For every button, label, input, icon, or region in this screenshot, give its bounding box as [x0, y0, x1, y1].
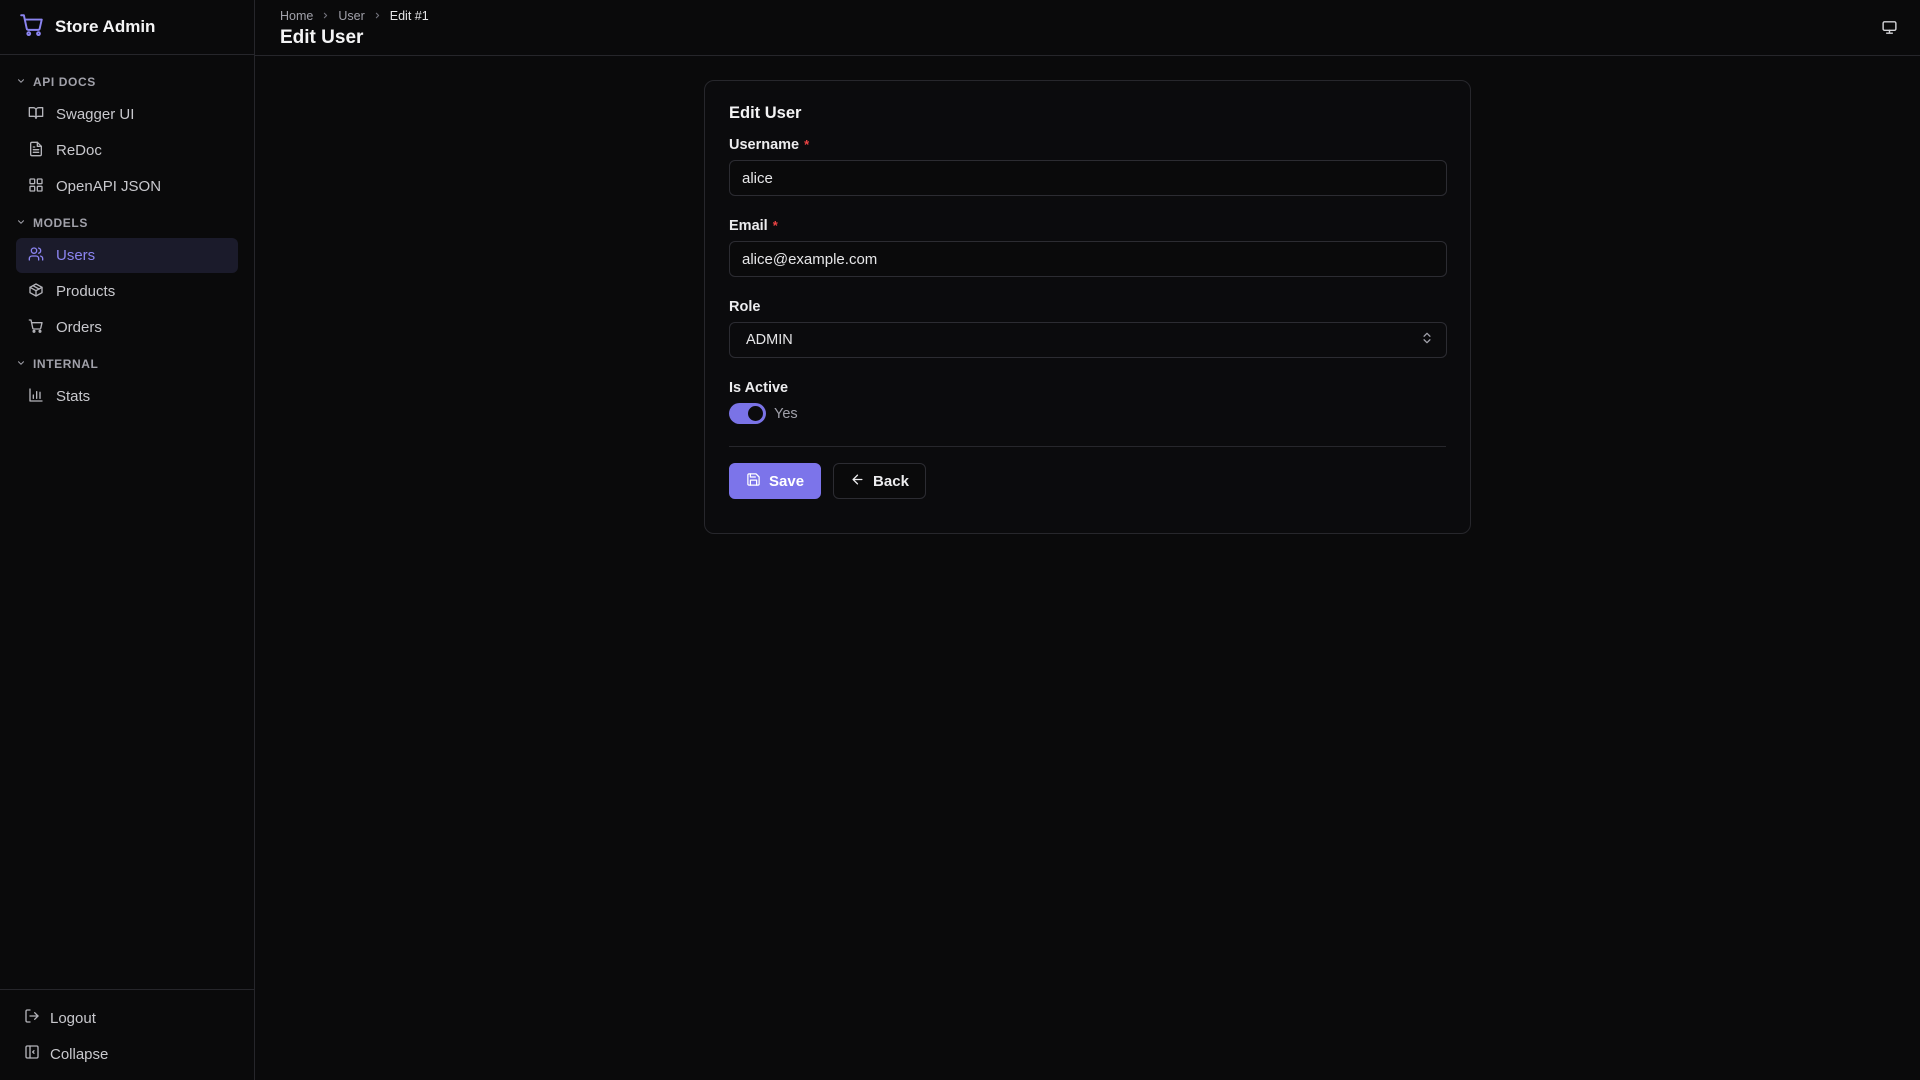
username-label: Username *: [729, 137, 1446, 153]
required-marker: *: [804, 137, 810, 152]
collapse-label: Collapse: [50, 1045, 109, 1063]
section-label: INTERNAL: [33, 357, 99, 371]
username-label-text: Username: [729, 137, 800, 153]
breadcrumb-user[interactable]: User: [338, 9, 364, 23]
main: Home User Edit #1 Edit User Edit User Us…: [255, 0, 1920, 1080]
sidebar: Store Admin API DOCS Swagger UI ReDoc Op…: [0, 0, 255, 1080]
breadcrumb: Home User Edit #1: [280, 8, 429, 23]
content-area: Edit User Username * Email *: [255, 56, 1920, 1080]
sidebar-item-label: Users: [56, 247, 96, 264]
form-title: Edit User: [729, 104, 802, 122]
topbar: Home User Edit #1 Edit User: [255, 0, 1920, 56]
required-marker: *: [772, 218, 778, 233]
arrow-left-icon: [850, 472, 865, 491]
is-active-label: Is Active: [729, 380, 1446, 396]
username-field-group: Username *: [729, 137, 1447, 196]
sidebar-item-users[interactable]: Users: [16, 238, 238, 273]
cart-icon: [19, 12, 45, 43]
email-field-group: Email *: [729, 218, 1447, 277]
sidebar-section-api-docs: API DOCS Swagger UI ReDoc OpenAPI JSON: [8, 71, 246, 204]
role-field-group: Role ADMIN: [729, 299, 1447, 358]
sidebar-item-label: Products: [56, 283, 116, 300]
email-label-text: Email: [729, 218, 768, 234]
header-left: Home User Edit #1 Edit User: [280, 8, 429, 49]
chevron-down-icon: [16, 75, 26, 89]
sidebar-nav: API DOCS Swagger UI ReDoc OpenAPI JSON M…: [0, 55, 254, 989]
form-divider: [729, 446, 1446, 447]
bar-chart-icon: [28, 387, 44, 407]
users-icon: [28, 246, 44, 266]
toggle-knob: [748, 406, 763, 421]
sidebar-item-label: Orders: [56, 319, 102, 336]
section-label: API DOCS: [33, 75, 96, 89]
breadcrumb-current: Edit #1: [389, 8, 429, 23]
logout-label: Logout: [50, 1009, 96, 1027]
grid-icon: [28, 177, 44, 197]
section-toggle-api-docs[interactable]: API DOCS: [8, 71, 246, 93]
sidebar-footer: Logout Collapse: [0, 989, 254, 1080]
edit-user-form-card: Edit User Username * Email *: [704, 80, 1471, 534]
is-active-label-text: Is Active: [729, 380, 789, 396]
role-select-value: ADMIN: [746, 332, 793, 348]
role-label-text: Role: [729, 299, 761, 315]
sidebar-item-label: ReDoc: [56, 142, 102, 159]
save-button-label: Save: [769, 472, 805, 490]
role-select[interactable]: ADMIN: [729, 322, 1447, 358]
sidebar-item-products[interactable]: Products: [16, 274, 238, 309]
package-icon: [28, 282, 44, 302]
chevron-down-icon: [16, 357, 26, 371]
email-input[interactable]: [729, 241, 1447, 277]
logout-button[interactable]: Logout: [8, 1000, 246, 1036]
back-button-label: Back: [873, 472, 909, 490]
sidebar-item-label: Swagger UI: [56, 106, 135, 123]
app: Store Admin API DOCS Swagger UI ReDoc Op…: [0, 0, 1920, 1080]
username-input[interactable]: [729, 160, 1447, 196]
sidebar-item-swagger-ui[interactable]: Swagger UI: [16, 97, 238, 132]
sidebar-item-label: Stats: [56, 388, 91, 405]
brand-title: Store Admin: [55, 17, 156, 36]
sidebar-collapse-icon: [24, 1044, 40, 1064]
chevron-right-icon: [321, 9, 330, 23]
section-toggle-internal[interactable]: INTERNAL: [8, 353, 246, 375]
save-icon: [746, 472, 761, 491]
chevron-right-icon: [373, 9, 382, 23]
section-label: MODELS: [33, 216, 88, 230]
sidebar-item-label: OpenAPI JSON: [56, 178, 162, 195]
book-open-icon: [28, 105, 44, 125]
cart-icon: [28, 318, 44, 338]
is-active-toggle-text: Yes: [774, 405, 798, 422]
save-button[interactable]: Save: [729, 463, 822, 499]
email-label: Email *: [729, 218, 1446, 234]
chevron-down-icon: [16, 216, 26, 230]
chevron-up-down-icon: [1420, 331, 1434, 349]
theme-toggle-button[interactable]: [1881, 19, 1898, 41]
monitor-icon: [1881, 21, 1898, 40]
section-toggle-models[interactable]: MODELS: [8, 212, 246, 234]
sidebar-section-models: MODELS Users Products Orders: [8, 212, 246, 345]
back-button[interactable]: Back: [833, 463, 926, 499]
is-active-toggle[interactable]: [729, 403, 766, 424]
collapse-button[interactable]: Collapse: [8, 1036, 246, 1072]
sidebar-item-orders[interactable]: Orders: [16, 310, 238, 345]
sidebar-item-openapi-json[interactable]: OpenAPI JSON: [16, 169, 238, 204]
sidebar-section-internal: INTERNAL Stats: [8, 353, 246, 414]
is-active-field-group: Is Active Yes: [729, 380, 1446, 424]
form-actions: Save Back: [729, 463, 1446, 499]
file-text-icon: [28, 141, 44, 161]
brand[interactable]: Store Admin: [0, 0, 254, 55]
page-title: Edit User: [280, 27, 364, 48]
is-active-toggle-row: Yes: [729, 403, 1446, 424]
logout-icon: [24, 1008, 40, 1028]
breadcrumb-home[interactable]: Home: [280, 9, 313, 23]
role-label: Role: [729, 299, 1446, 315]
sidebar-item-stats[interactable]: Stats: [16, 379, 238, 414]
sidebar-item-redoc[interactable]: ReDoc: [16, 133, 238, 168]
